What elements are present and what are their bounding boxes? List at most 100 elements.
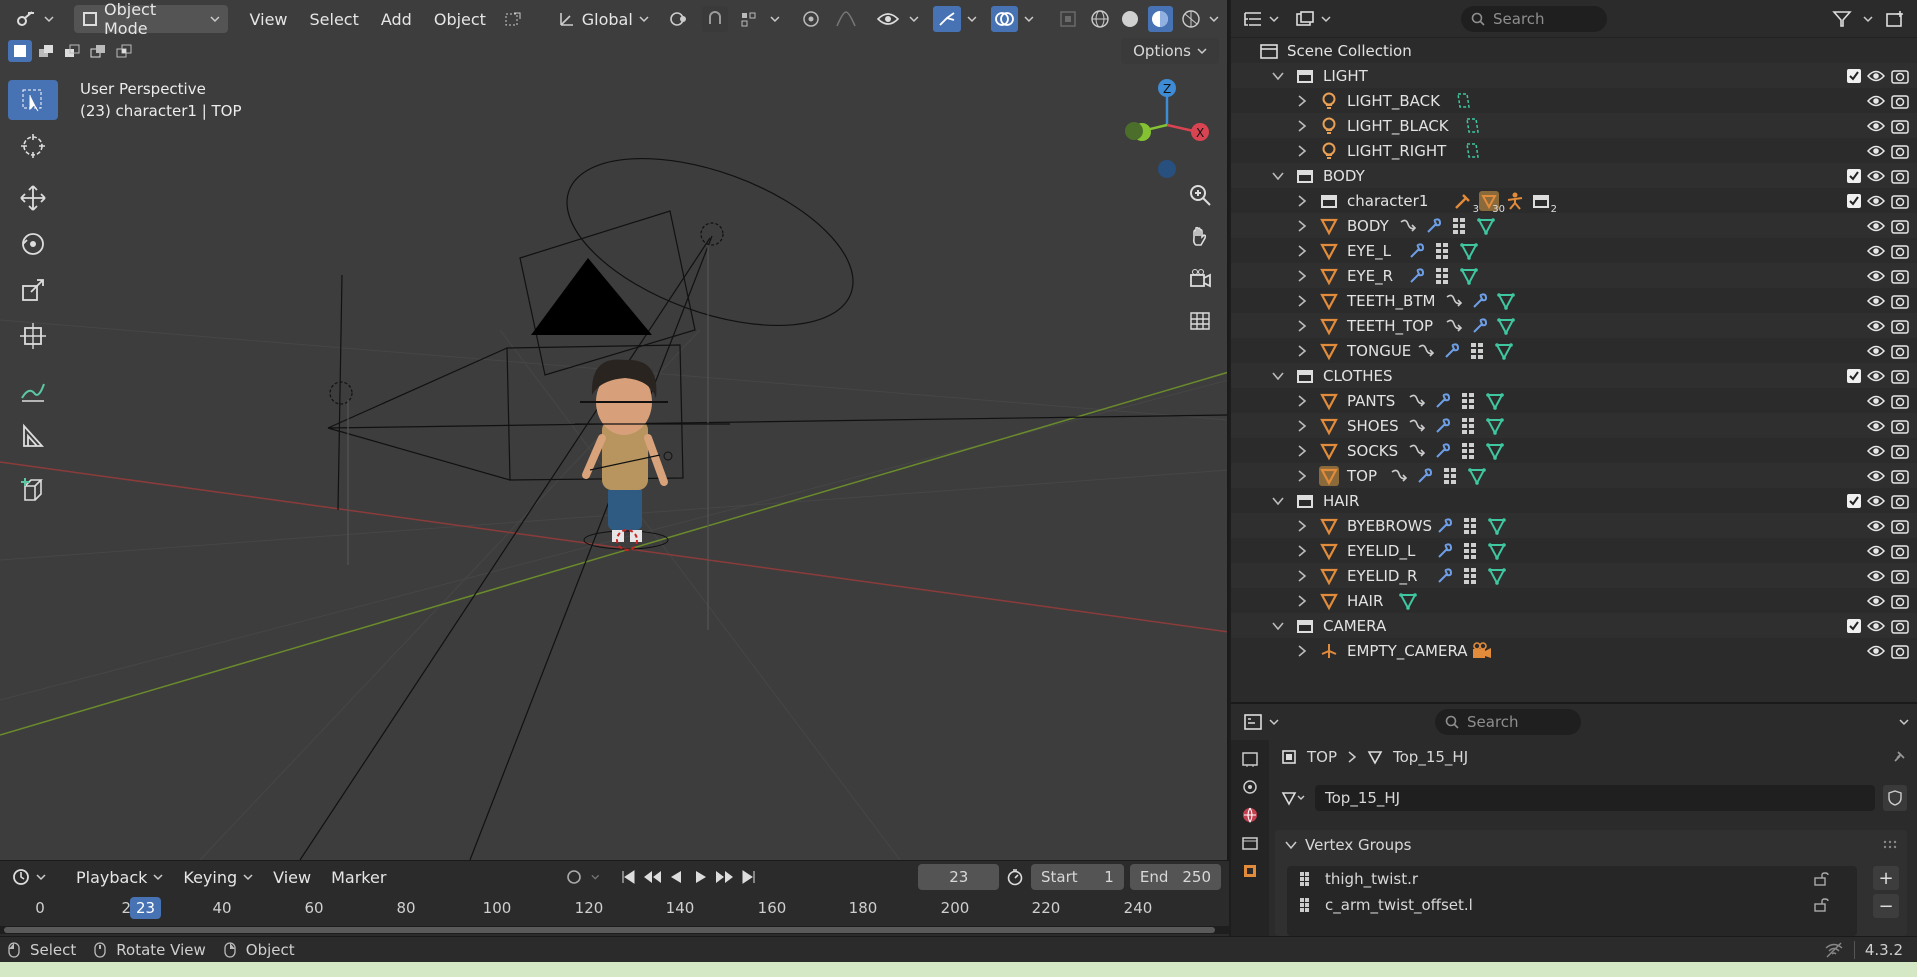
link-icon[interactable] [1389, 466, 1409, 486]
outliner-row-shoes[interactable]: SHOES [1231, 413, 1917, 438]
menu-view[interactable]: View [242, 5, 296, 33]
outliner-row-socks[interactable]: SOCKS [1231, 438, 1917, 463]
render-camera-icon[interactable] [1891, 493, 1909, 509]
wrench-icon[interactable] [1407, 241, 1427, 261]
render-camera-icon[interactable] [1891, 118, 1909, 134]
editor-type-button[interactable] [8, 5, 62, 33]
chevron-down-icon[interactable] [1271, 494, 1285, 508]
chevron-down-icon[interactable] [1899, 717, 1909, 727]
snap-icon[interactable] [702, 6, 729, 32]
outliner-row-clothes[interactable]: CLOTHES [1231, 363, 1917, 388]
vgroup-icon[interactable] [1459, 416, 1479, 436]
play-reverse-icon[interactable] [666, 869, 686, 885]
vgroup-icon[interactable] [1459, 441, 1479, 461]
proportional-edit-icon[interactable] [796, 9, 826, 29]
exclude-checkbox[interactable] [1847, 193, 1861, 208]
render-camera-icon[interactable] [1891, 243, 1909, 259]
eye-icon[interactable] [1867, 394, 1885, 408]
menu-add[interactable]: Add [373, 5, 420, 33]
chevron-down-icon[interactable] [1271, 69, 1285, 83]
xray-toggle-icon[interactable] [1054, 10, 1082, 28]
outliner-row-body[interactable]: BODY [1231, 163, 1917, 188]
vgroup-icon[interactable] [1433, 266, 1453, 286]
mesh-name-field[interactable]: Top_15_HJ [1315, 785, 1875, 811]
exclude-checkbox[interactable] [1847, 618, 1861, 633]
eye-icon[interactable] [1867, 619, 1885, 633]
render-camera-icon[interactable] [1891, 268, 1909, 284]
chevron-right-icon[interactable] [1295, 194, 1309, 208]
outliner-search-input[interactable]: Search [1461, 5, 1607, 32]
fake-user-shield-icon[interactable] [1883, 785, 1907, 811]
mesh-data-icon[interactable] [1485, 441, 1505, 461]
object-tab-icon[interactable] [1241, 862, 1259, 880]
add-cube-tool-icon[interactable] [8, 470, 58, 510]
eye-icon[interactable] [1867, 244, 1885, 258]
link-icon[interactable] [1398, 216, 1418, 236]
lock-icon[interactable] [1813, 898, 1829, 912]
properties-search-input[interactable]: Search [1435, 709, 1581, 735]
render-tab-icon[interactable] [1241, 778, 1259, 796]
scale-tool-icon[interactable] [8, 270, 58, 310]
snap-target-icon[interactable] [734, 10, 764, 28]
chevron-right-icon[interactable] [1295, 144, 1309, 158]
solid-shading-icon[interactable] [1118, 9, 1142, 29]
timeline-scrollbar[interactable] [0, 926, 1229, 934]
current-frame-field[interactable]: 23 [918, 864, 1000, 890]
wrench-icon[interactable] [1407, 266, 1427, 286]
eye-icon[interactable] [1867, 419, 1885, 433]
prev-keyframe-icon[interactable] [642, 869, 662, 885]
link-icon[interactable] [1407, 391, 1427, 411]
render-camera-icon[interactable] [1891, 318, 1909, 334]
new-collection-icon[interactable] [1881, 10, 1909, 28]
eye-icon[interactable] [1867, 269, 1885, 283]
link-icon[interactable] [1416, 341, 1436, 361]
chevron-right-icon[interactable] [1295, 519, 1309, 533]
outliner-row-tongue[interactable]: TONGUE [1231, 338, 1917, 363]
wrench-icon[interactable] [1435, 516, 1455, 536]
collection-tab-icon[interactable] [1241, 834, 1259, 852]
outliner-row-eyelid-l[interactable]: EYELID_L [1231, 538, 1917, 563]
mesh-data-icon[interactable] [1485, 391, 1505, 411]
perspective-toggle-icon[interactable] [1183, 304, 1217, 338]
outliner-row-hair[interactable]: HAIR [1231, 488, 1917, 513]
jump-end-icon[interactable] [739, 869, 759, 885]
chevron-right-icon[interactable] [1295, 544, 1309, 558]
end-frame-field[interactable]: End 250 [1129, 864, 1221, 890]
eye-icon[interactable] [1867, 219, 1885, 233]
outliner-row-eye-l[interactable]: EYE_L [1231, 238, 1917, 263]
render-camera-icon[interactable] [1891, 168, 1909, 184]
render-camera-icon[interactable] [1891, 293, 1909, 309]
link-icon[interactable] [1444, 316, 1464, 336]
wrench-icon[interactable] [1435, 566, 1455, 586]
chevron-right-icon[interactable] [1295, 444, 1309, 458]
wrench-icon[interactable] [1470, 316, 1490, 336]
render-camera-icon[interactable] [1891, 143, 1909, 159]
light-data-icon[interactable] [1453, 91, 1473, 111]
vgroup-icon[interactable] [1433, 241, 1453, 261]
mesh-data-icon[interactable] [1496, 316, 1516, 336]
eye-icon[interactable] [1867, 169, 1885, 183]
options-dropdown[interactable]: Options [1121, 38, 1219, 64]
wrench-icon[interactable] [1433, 416, 1453, 436]
chevron-right-icon[interactable] [1295, 244, 1309, 258]
vertex-groups-header[interactable]: Vertex Groups [1275, 830, 1907, 860]
outliner-row-empty-camera[interactable]: EMPTY_CAMERA [1231, 638, 1917, 663]
render-camera-icon[interactable] [1891, 68, 1909, 84]
chevron-right-icon[interactable] [1295, 119, 1309, 133]
measure-tool-icon[interactable] [8, 416, 58, 456]
auto-keying-icon[interactable] [562, 869, 587, 885]
vgroup-icon[interactable] [1441, 466, 1461, 486]
pan-hand-icon[interactable] [1183, 220, 1217, 254]
select-subtract-icon[interactable] [60, 40, 84, 62]
chevron-down-icon[interactable] [1271, 169, 1285, 183]
material-preview-icon[interactable] [1147, 6, 1174, 32]
wrench-icon[interactable] [1433, 441, 1453, 461]
eye-icon[interactable] [1867, 469, 1885, 483]
outliner-editor-type-button[interactable] [1239, 5, 1283, 33]
zoom-icon[interactable] [1183, 178, 1217, 212]
wrench-icon[interactable] [1442, 341, 1462, 361]
link-icon[interactable] [1407, 441, 1427, 461]
outliner-row-pants[interactable]: PANTS [1231, 388, 1917, 413]
falloff-icon[interactable] [832, 10, 862, 28]
outliner-row-teeth-btm[interactable]: TEETH_BTM [1231, 288, 1917, 313]
